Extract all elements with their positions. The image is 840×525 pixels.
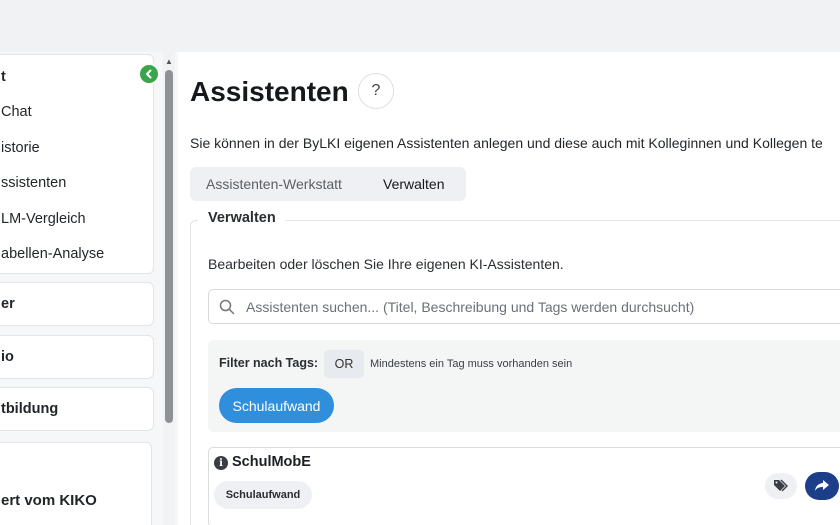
manage-panel-legend: Verwalten — [198, 210, 286, 226]
filter-mode-description: Mindestens ein Tag muss vorhanden sein — [370, 358, 573, 370]
sidebar-scrollbar-thumb[interactable] — [165, 70, 173, 423]
search-icon — [219, 299, 235, 315]
filter-mode-toggle[interactable]: OR — [324, 350, 364, 378]
sidebar-item-historie[interactable]: istorie — [1, 140, 40, 156]
tags-icon — [774, 479, 788, 492]
info-icon[interactable]: i — [214, 456, 228, 470]
page-title: Assistenten — [190, 76, 349, 107]
tab-assistenten-werkstatt[interactable]: Assistenten-Werkstatt — [206, 176, 342, 192]
chevron-left-icon — [146, 69, 152, 79]
scroll-up-arrow-icon[interactable]: ▲ — [165, 57, 173, 66]
sidebar-main-card: t Chat istorie ssistenten LM-Vergleich a… — [0, 54, 154, 274]
sidebar-section-fortbildung-label: tbildung — [1, 401, 59, 417]
sidebar-section-io[interactable]: io — [0, 335, 154, 379]
assistant-tag: Schulaufwand — [214, 481, 312, 509]
sidebar-item-chat[interactable]: Chat — [1, 104, 32, 120]
sidebar-section-io-label: io — [1, 349, 14, 365]
sidebar-item-assistenten[interactable]: ssistenten — [1, 175, 66, 191]
sidebar-section-er[interactable]: er — [0, 282, 154, 326]
search-placeholder: Assistenten suchen... (Titel, Beschreibu… — [246, 299, 695, 315]
sidebar-section-fortbildung[interactable]: tbildung — [0, 387, 154, 431]
assistant-title: SchulMobE — [232, 454, 311, 470]
tab-bar: Assistenten-Werkstatt Verwalten — [190, 167, 466, 201]
sidebar-kiko-text: ert vom KIKO — [1, 492, 97, 509]
main-content: Assistenten ? Sie können in der ByLKI ei… — [178, 52, 840, 525]
sidebar-item-llm-vergleich[interactable]: LM-Vergleich — [1, 211, 86, 227]
sidebar-kiko-card: ert vom KIKO — [0, 442, 152, 525]
sidebar-section-header[interactable]: t — [1, 69, 6, 85]
intro-text: Sie können in der ByLKI eigenen Assisten… — [190, 135, 823, 151]
sidebar-section-er-label: er — [1, 296, 15, 312]
filter-tag-schulaufwand[interactable]: Schulaufwand — [219, 388, 334, 423]
sidebar-item-tabellen-analyse[interactable]: abellen-Analyse — [1, 246, 104, 262]
tag-filter-panel: Filter nach Tags: OR Mindestens ein Tag … — [208, 340, 840, 432]
share-button[interactable] — [805, 472, 839, 500]
share-icon — [815, 480, 829, 491]
assistant-card[interactable]: i SchulMobE Schulaufwand — [208, 447, 840, 525]
sidebar: t Chat istorie ssistenten LM-Vergleich a… — [0, 52, 160, 525]
manage-description: Bearbeiten oder löschen Sie Ihre eigenen… — [208, 256, 564, 272]
sidebar-collapse-button[interactable] — [138, 63, 160, 85]
top-bar — [0, 0, 840, 52]
tab-verwalten[interactable]: Verwalten — [383, 176, 444, 192]
edit-tags-button[interactable] — [765, 473, 797, 499]
assistant-search-input[interactable]: Assistenten suchen... (Titel, Beschreibu… — [208, 289, 840, 324]
help-button[interactable]: ? — [358, 73, 394, 109]
filter-label: Filter nach Tags: — [219, 356, 319, 370]
